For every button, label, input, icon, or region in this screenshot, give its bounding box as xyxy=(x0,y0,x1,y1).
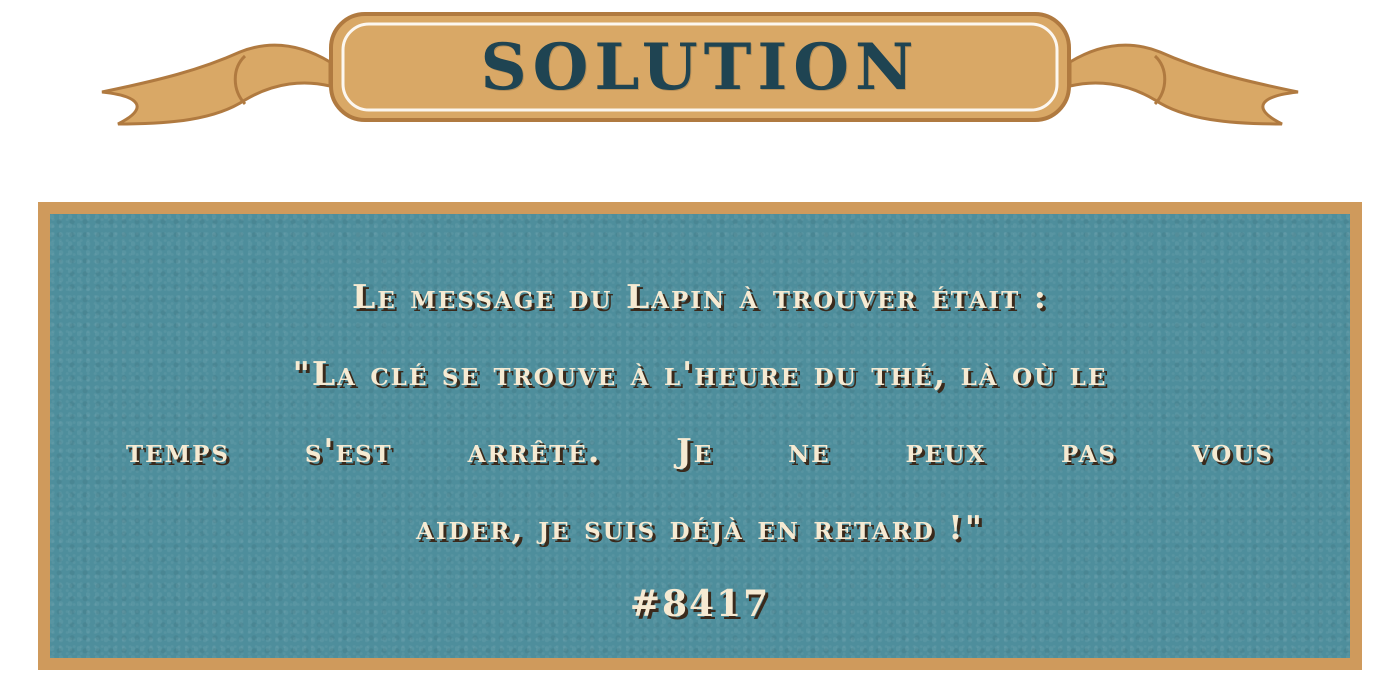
solution-word: arrêté. xyxy=(467,431,602,470)
solution-line-1: Le message du Lapin à trouver était : xyxy=(352,277,1048,316)
banner-title: SOLUTION xyxy=(480,29,920,105)
solution-line-2: "La clé se trouve à l'heure du thé, là o… xyxy=(292,354,1108,393)
solution-code: #8417 xyxy=(629,583,771,625)
solution-word: ne xyxy=(788,431,831,470)
solution-panel: Le message du Lapin à trouver était : "L… xyxy=(38,202,1362,670)
solution-text: Le message du Lapin à trouver était : "L… xyxy=(126,258,1274,643)
solution-line-3: temps s'est arrêté. Je ne peux pas vous xyxy=(126,412,1274,489)
solution-word: pas xyxy=(1060,431,1118,470)
solution-word: s'est xyxy=(304,431,393,470)
solution-panel-inner: Le message du Lapin à trouver était : "L… xyxy=(50,214,1350,658)
solution-word: peux xyxy=(905,431,987,470)
solution-word: vous xyxy=(1191,431,1274,470)
solution-banner: SOLUTION xyxy=(0,0,1400,150)
solution-word: Je xyxy=(676,431,714,470)
solution-line-4: aider, je suis déjà en retard !" xyxy=(416,508,984,547)
solution-word: temps xyxy=(126,431,231,470)
